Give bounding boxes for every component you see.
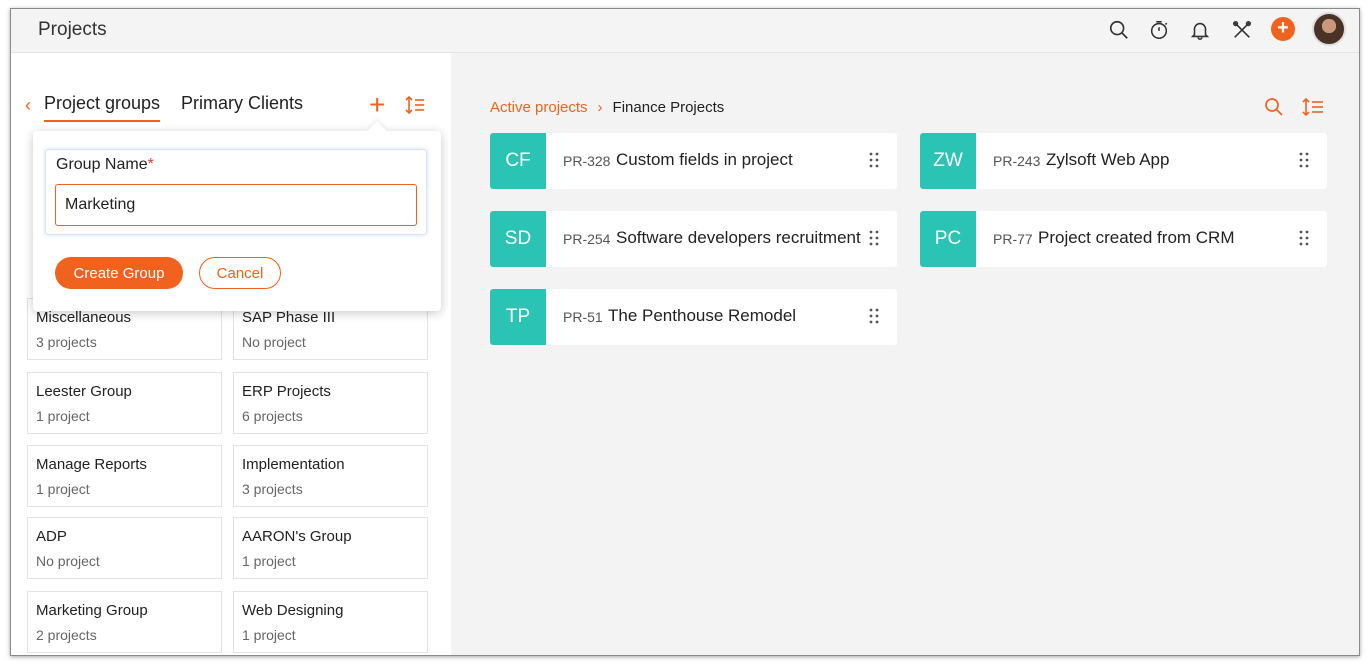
project-title: The Penthouse Remodel <box>608 306 797 325</box>
create-group-button[interactable]: Create Group <box>55 257 183 289</box>
project-code: PR-254 <box>563 231 611 247</box>
project-code: PR-77 <box>993 231 1033 247</box>
project-badge: TP <box>490 289 546 345</box>
project-card[interactable]: PC PR-77 Project created from CRM <box>920 211 1327 267</box>
project-code: PR-243 <box>993 153 1041 169</box>
sort-icon[interactable] <box>1302 97 1324 117</box>
tools-icon[interactable] <box>1229 17 1255 43</box>
project-badge: ZW <box>920 133 976 189</box>
search-icon[interactable] <box>1106 17 1132 43</box>
create-group-popup: Group Name* Create Group Cancel <box>33 121 441 311</box>
drag-handle-icon[interactable] <box>869 152 879 168</box>
project-badge: CF <box>490 133 546 189</box>
app-window: Projects + ‹ Project groups Primary Clie… <box>10 8 1360 656</box>
breadcrumb: Active projects › Finance Projects <box>490 99 724 116</box>
timer-icon[interactable] <box>1146 17 1172 43</box>
sort-icon[interactable] <box>405 95 425 115</box>
project-title: Zylsoft Web App <box>1046 150 1170 169</box>
add-icon[interactable]: + <box>369 89 385 121</box>
top-bar: Projects + <box>11 9 1359 53</box>
group-card[interactable]: ADP No project <box>27 517 222 579</box>
search-icon[interactable] <box>1264 97 1284 117</box>
chevron-left-icon[interactable]: ‹ <box>25 95 31 116</box>
group-card[interactable]: ERP Projects 6 projects <box>233 372 428 434</box>
group-card[interactable]: AARON's Group 1 project <box>233 517 428 579</box>
breadcrumb-current: Finance Projects <box>612 99 725 116</box>
group-card[interactable]: Marketing Group 2 projects <box>27 591 222 653</box>
plus-icon[interactable]: + <box>1271 17 1295 41</box>
project-badge: PC <box>920 211 976 267</box>
project-title: Custom fields in project <box>616 150 793 169</box>
group-name-field: Group Name* <box>45 149 427 235</box>
project-code: PR-328 <box>563 153 611 169</box>
right-panel: Active projects › Finance Projects CF PR-3… <box>451 53 1359 655</box>
group-card[interactable]: Web Designing 1 project <box>233 591 428 653</box>
project-card[interactable]: ZW PR-243 Zylsoft Web App <box>920 133 1327 189</box>
project-title: Software developers recruitment <box>616 228 861 247</box>
project-badge: SD <box>490 211 546 267</box>
drag-handle-icon[interactable] <box>869 308 879 324</box>
drag-handle-icon[interactable] <box>1299 152 1309 168</box>
avatar[interactable] <box>1312 12 1346 46</box>
required-marker: * <box>147 156 154 173</box>
group-tabs: ‹ Project groups Primary Clients + <box>11 89 451 125</box>
breadcrumb-active-projects[interactable]: Active projects <box>490 99 588 116</box>
page-title: Projects <box>38 19 107 40</box>
project-card[interactable]: SD PR-254 Software developers recruitmen… <box>490 211 897 267</box>
project-title: Project created from CRM <box>1038 228 1235 247</box>
group-card[interactable]: Leester Group 1 project <box>27 372 222 434</box>
drag-handle-icon[interactable] <box>869 230 879 246</box>
bell-icon[interactable] <box>1187 17 1213 43</box>
project-card[interactable]: TP PR-51 The Penthouse Remodel <box>490 289 897 345</box>
tab-project-groups[interactable]: Project groups <box>44 93 161 122</box>
breadcrumb-separator: › <box>597 99 603 116</box>
group-name-label: Group Name* <box>56 156 154 173</box>
tab-primary-clients[interactable]: Primary Clients <box>181 93 303 120</box>
group-name-input[interactable] <box>55 184 417 226</box>
cancel-button[interactable]: Cancel <box>199 257 281 289</box>
project-card[interactable]: CF PR-328 Custom fields in project <box>490 133 897 189</box>
drag-handle-icon[interactable] <box>1299 230 1309 246</box>
group-card[interactable]: Implementation 3 projects <box>233 445 428 507</box>
group-card[interactable]: Manage Reports 1 project <box>27 445 222 507</box>
project-code: PR-51 <box>563 309 603 325</box>
